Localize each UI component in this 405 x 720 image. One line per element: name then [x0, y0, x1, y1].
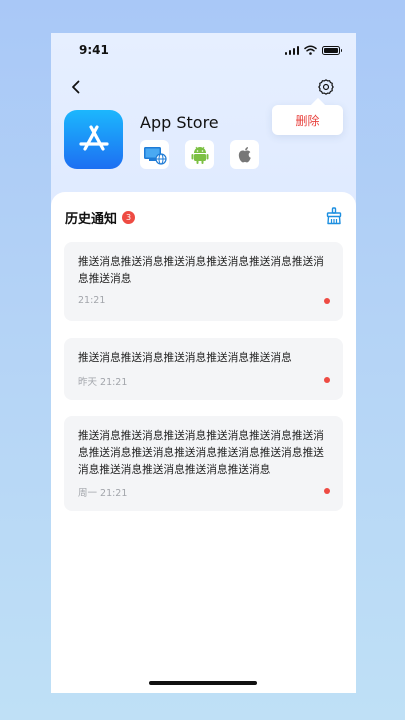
- notification-text: 推送消息推送消息推送消息推送消息推送消息推送消息推送消息: [78, 256, 324, 285]
- gear-icon: [318, 79, 334, 95]
- back-button[interactable]: [65, 76, 87, 98]
- notification-text: 推送消息推送消息推送消息推送消息推送消息推送消息推送消息推送消息推送消息推送消息…: [78, 430, 324, 476]
- notification-card[interactable]: 推送消息推送消息推送消息推送消息推送消息 昨天 21:21: [64, 338, 343, 400]
- notification-text: 推送消息推送消息推送消息推送消息推送消息: [78, 352, 292, 364]
- status-icons: [284, 45, 342, 55]
- section-header: 历史通知 3: [65, 208, 136, 227]
- notification-card[interactable]: 推送消息推送消息推送消息推送消息推送消息推送消息推送消息 21:21: [64, 242, 343, 321]
- apple-icon: [238, 146, 251, 162]
- unread-dot: [324, 377, 330, 383]
- status-time: 9:41: [79, 43, 109, 57]
- phone-screen: 9:41 删除 App Store 历史通知 3 推送消息推送消息推送消息推送消…: [51, 33, 356, 693]
- notification-time: 周一 21:21: [78, 488, 128, 499]
- notification-history-panel: 历史通知 3 推送消息推送消息推送消息推送消息推送消息推送消息推送消息 21:2…: [51, 192, 356, 693]
- platform-apple[interactable]: [230, 140, 259, 169]
- status-bar: 9:41: [51, 33, 356, 67]
- settings-button[interactable]: [314, 75, 338, 99]
- signal-icon: [284, 45, 299, 55]
- app-name: App Store: [140, 113, 219, 132]
- clear-all-button[interactable]: [325, 207, 343, 225]
- app-store-icon: [64, 110, 123, 169]
- unread-dot: [324, 488, 330, 494]
- nav-bar: [51, 73, 356, 103]
- unread-dot: [324, 298, 330, 304]
- notification-time: 21:21: [78, 295, 106, 306]
- android-icon: [191, 146, 208, 164]
- delete-label: 删除: [295, 113, 320, 128]
- notification-time: 昨天 21:21: [78, 377, 128, 388]
- web-globe-icon: [143, 146, 167, 165]
- platform-android[interactable]: [185, 140, 214, 169]
- platform-list: [140, 140, 259, 169]
- platform-web[interactable]: [140, 140, 169, 169]
- delete-button[interactable]: 删除: [272, 105, 343, 135]
- notification-card[interactable]: 推送消息推送消息推送消息推送消息推送消息推送消息推送消息推送消息推送消息推送消息…: [64, 416, 343, 511]
- wifi-icon: [304, 45, 317, 55]
- broom-icon: [326, 207, 342, 225]
- battery-icon: [322, 45, 342, 55]
- count-badge: 3: [122, 211, 136, 224]
- home-indicator: [149, 681, 257, 685]
- chevron-left-icon: [72, 80, 80, 94]
- section-title: 历史通知: [65, 212, 118, 227]
